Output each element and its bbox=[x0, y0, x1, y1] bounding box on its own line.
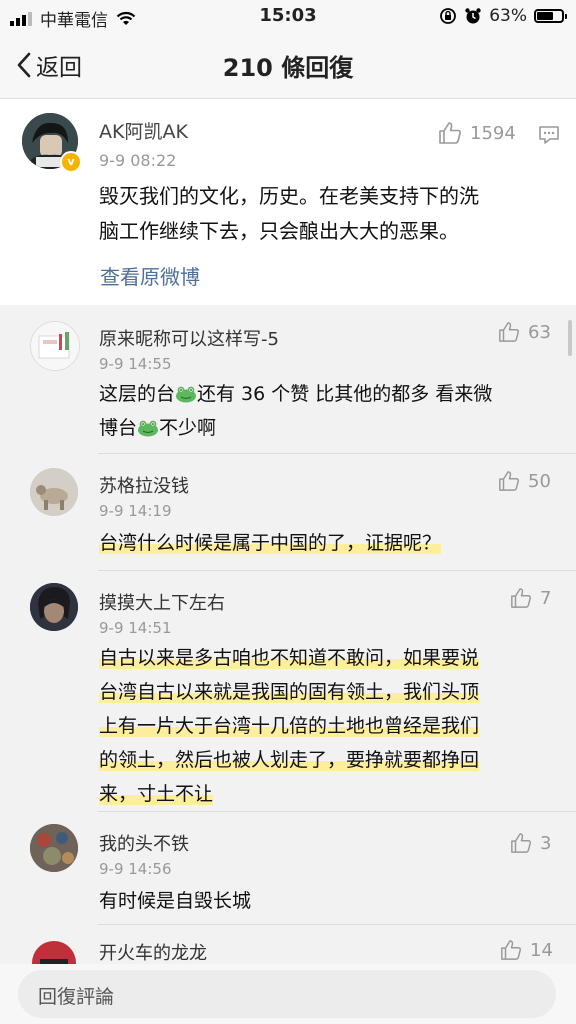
list-item: 开火车的龙龙 14 bbox=[0, 925, 576, 965]
frog-emoji-icon bbox=[176, 386, 197, 403]
comment-icon[interactable] bbox=[538, 125, 560, 145]
thumbs-up-icon bbox=[499, 471, 519, 491]
avatar[interactable] bbox=[30, 939, 78, 965]
like-count: 7 bbox=[540, 587, 552, 609]
list-item: 苏格拉没钱 9-9 14:19 50 台湾什么时候是属于中国的了，证据呢？ bbox=[0, 454, 576, 570]
like-button[interactable]: 14 bbox=[500, 939, 553, 961]
like-button[interactable]: 1594 bbox=[438, 121, 516, 145]
page-title: 210 條回復 bbox=[222, 54, 354, 82]
reply-line: 来，寸土不让 bbox=[99, 777, 549, 811]
reply-time: 9-9 14:55 bbox=[99, 355, 172, 373]
like-count: 50 bbox=[528, 470, 551, 492]
battery-percent: 63% bbox=[489, 6, 527, 26]
reply-list: 原来昵称可以这样写-5 9-9 14:55 63 这层的台 还有 36 个赞 比其… bbox=[0, 305, 576, 965]
alarm-icon bbox=[465, 8, 481, 24]
like-button[interactable]: 7 bbox=[510, 587, 551, 609]
list-item: 摸摸大上下左右 9-9 14:51 7 自古以来是多古咱也不知道不敢问，如果要说… bbox=[0, 571, 576, 811]
like-count: 3 bbox=[540, 832, 552, 854]
reply-text-part: 博台 bbox=[99, 417, 138, 439]
avatar[interactable] bbox=[30, 824, 78, 872]
highlighted-text: 台湾自古以来就是我国的固有领土，我们头顶 bbox=[99, 681, 480, 703]
reply-line: 的领土，然后也被人划走了，要挣就要都挣回 bbox=[99, 743, 549, 777]
post-line: 毁灭我们的文化，历史。在老美支持下的洗 bbox=[99, 184, 479, 208]
scrollbar[interactable] bbox=[568, 320, 572, 356]
highlighted-text: 上有一片大于台湾十几倍的土地也曾经是我们 bbox=[99, 715, 480, 737]
reply-line: 有时候是自毁长城 bbox=[99, 890, 252, 912]
reply-username[interactable]: 苏格拉没钱 bbox=[99, 472, 189, 498]
reply-time: 9-9 14:19 bbox=[99, 502, 172, 520]
like-button[interactable]: 3 bbox=[510, 832, 551, 854]
like-button[interactable]: 50 bbox=[498, 470, 551, 492]
post-line: 脑工作继续下去，只会酿出大大的恶果。 bbox=[99, 219, 459, 243]
highlighted-text: 来，寸土不让 bbox=[99, 783, 214, 805]
battery-icon bbox=[534, 9, 567, 23]
post-text: 毁灭我们的文化，历史。在老美支持下的洗 脑工作继续下去，只会酿出大大的恶果。 bbox=[99, 179, 479, 249]
reply-text: 这层的台 还有 36 个赞 比其他的都多 看来微 博台 不少啊 bbox=[99, 377, 549, 445]
avatar[interactable] bbox=[30, 321, 80, 371]
reply-line: 台湾什么时候是属于中国的了，证据呢？ bbox=[99, 526, 549, 560]
thumbs-up-icon bbox=[501, 940, 521, 960]
reply-line: 自古以来是多古咱也不知道不敢问，如果要说 bbox=[99, 641, 549, 675]
reply-line: 博台 不少啊 bbox=[99, 411, 549, 445]
highlighted-text: 自古以来是多古咱也不知道不敢问，如果要说 bbox=[99, 647, 480, 669]
reply-username[interactable]: 开火车的龙龙 bbox=[99, 939, 207, 965]
highlighted-text: 的领土，然后也被人划走了，要挣就要都挣回 bbox=[99, 749, 480, 771]
status-bar: 中華電信 15:03 63% bbox=[0, 0, 576, 32]
reply-line: 这层的台 还有 36 个赞 比其他的都多 看来微 bbox=[99, 377, 549, 411]
frog-emoji-icon bbox=[138, 420, 159, 437]
avatar[interactable] bbox=[30, 583, 78, 631]
reply-text: 自古以来是多古咱也不知道不敢问，如果要说 台湾自古以来就是我国的固有领土，我们头… bbox=[99, 641, 549, 811]
verified-badge: v bbox=[60, 151, 82, 173]
like-button[interactable]: 63 bbox=[498, 321, 551, 343]
reply-username[interactable]: 我的头不铁 bbox=[99, 830, 189, 856]
reply-text: 有时候是自毁长城 bbox=[99, 884, 549, 918]
thumbs-up-icon bbox=[511, 588, 531, 608]
view-original-link[interactable]: 查看原微博 bbox=[100, 261, 200, 290]
reply-line: 上有一片大于台湾十几倍的土地也曾经是我们 bbox=[99, 709, 549, 743]
reply-bar: 回復評論 bbox=[0, 964, 576, 1024]
reply-input[interactable]: 回復評論 bbox=[18, 970, 556, 1018]
reply-text-part: 这层的台 bbox=[99, 383, 176, 405]
reply-time: 9-9 14:51 bbox=[99, 619, 172, 637]
like-count: 14 bbox=[530, 939, 553, 961]
highlighted-text: 台湾什么时候是属于中国的了，证据呢？ bbox=[99, 532, 442, 554]
nav-bar: 返回 210 條回復 bbox=[0, 32, 576, 99]
reply-text-part: 还有 36 个赞 比其他的都多 看来微 bbox=[197, 383, 493, 405]
list-item: 我的头不铁 9-9 14:56 3 有时候是自毁长城 bbox=[0, 812, 576, 924]
thumbs-up-icon bbox=[439, 122, 461, 144]
reply-input-placeholder: 回復評論 bbox=[38, 986, 115, 1008]
reply-text: 台湾什么时候是属于中国的了，证据呢？ bbox=[99, 526, 549, 560]
reply-username[interactable]: 摸摸大上下左右 bbox=[99, 589, 225, 615]
like-count: 63 bbox=[528, 321, 551, 343]
reply-time: 9-9 14:56 bbox=[99, 860, 172, 878]
reply-line: 台湾自古以来就是我国的固有领土，我们头顶 bbox=[99, 675, 549, 709]
reply-username[interactable]: 原来昵称可以这样写-5 bbox=[99, 325, 279, 351]
list-item: 原来昵称可以这样写-5 9-9 14:55 63 这层的台 还有 36 个赞 比其… bbox=[0, 305, 576, 453]
post-username[interactable]: AK阿凯AK bbox=[99, 117, 188, 144]
avatar[interactable] bbox=[30, 468, 78, 516]
thumbs-up-icon bbox=[499, 322, 519, 342]
original-comment: v AK阿凯AK 9-9 08:22 1594 毁灭我们的文化，历史。在老美支持… bbox=[0, 99, 576, 305]
post-time: 9-9 08:22 bbox=[99, 151, 177, 170]
reply-text-part: 不少啊 bbox=[159, 417, 217, 439]
thumbs-up-icon bbox=[511, 833, 531, 853]
rotation-lock-icon bbox=[440, 8, 457, 24]
like-count: 1594 bbox=[470, 122, 516, 144]
